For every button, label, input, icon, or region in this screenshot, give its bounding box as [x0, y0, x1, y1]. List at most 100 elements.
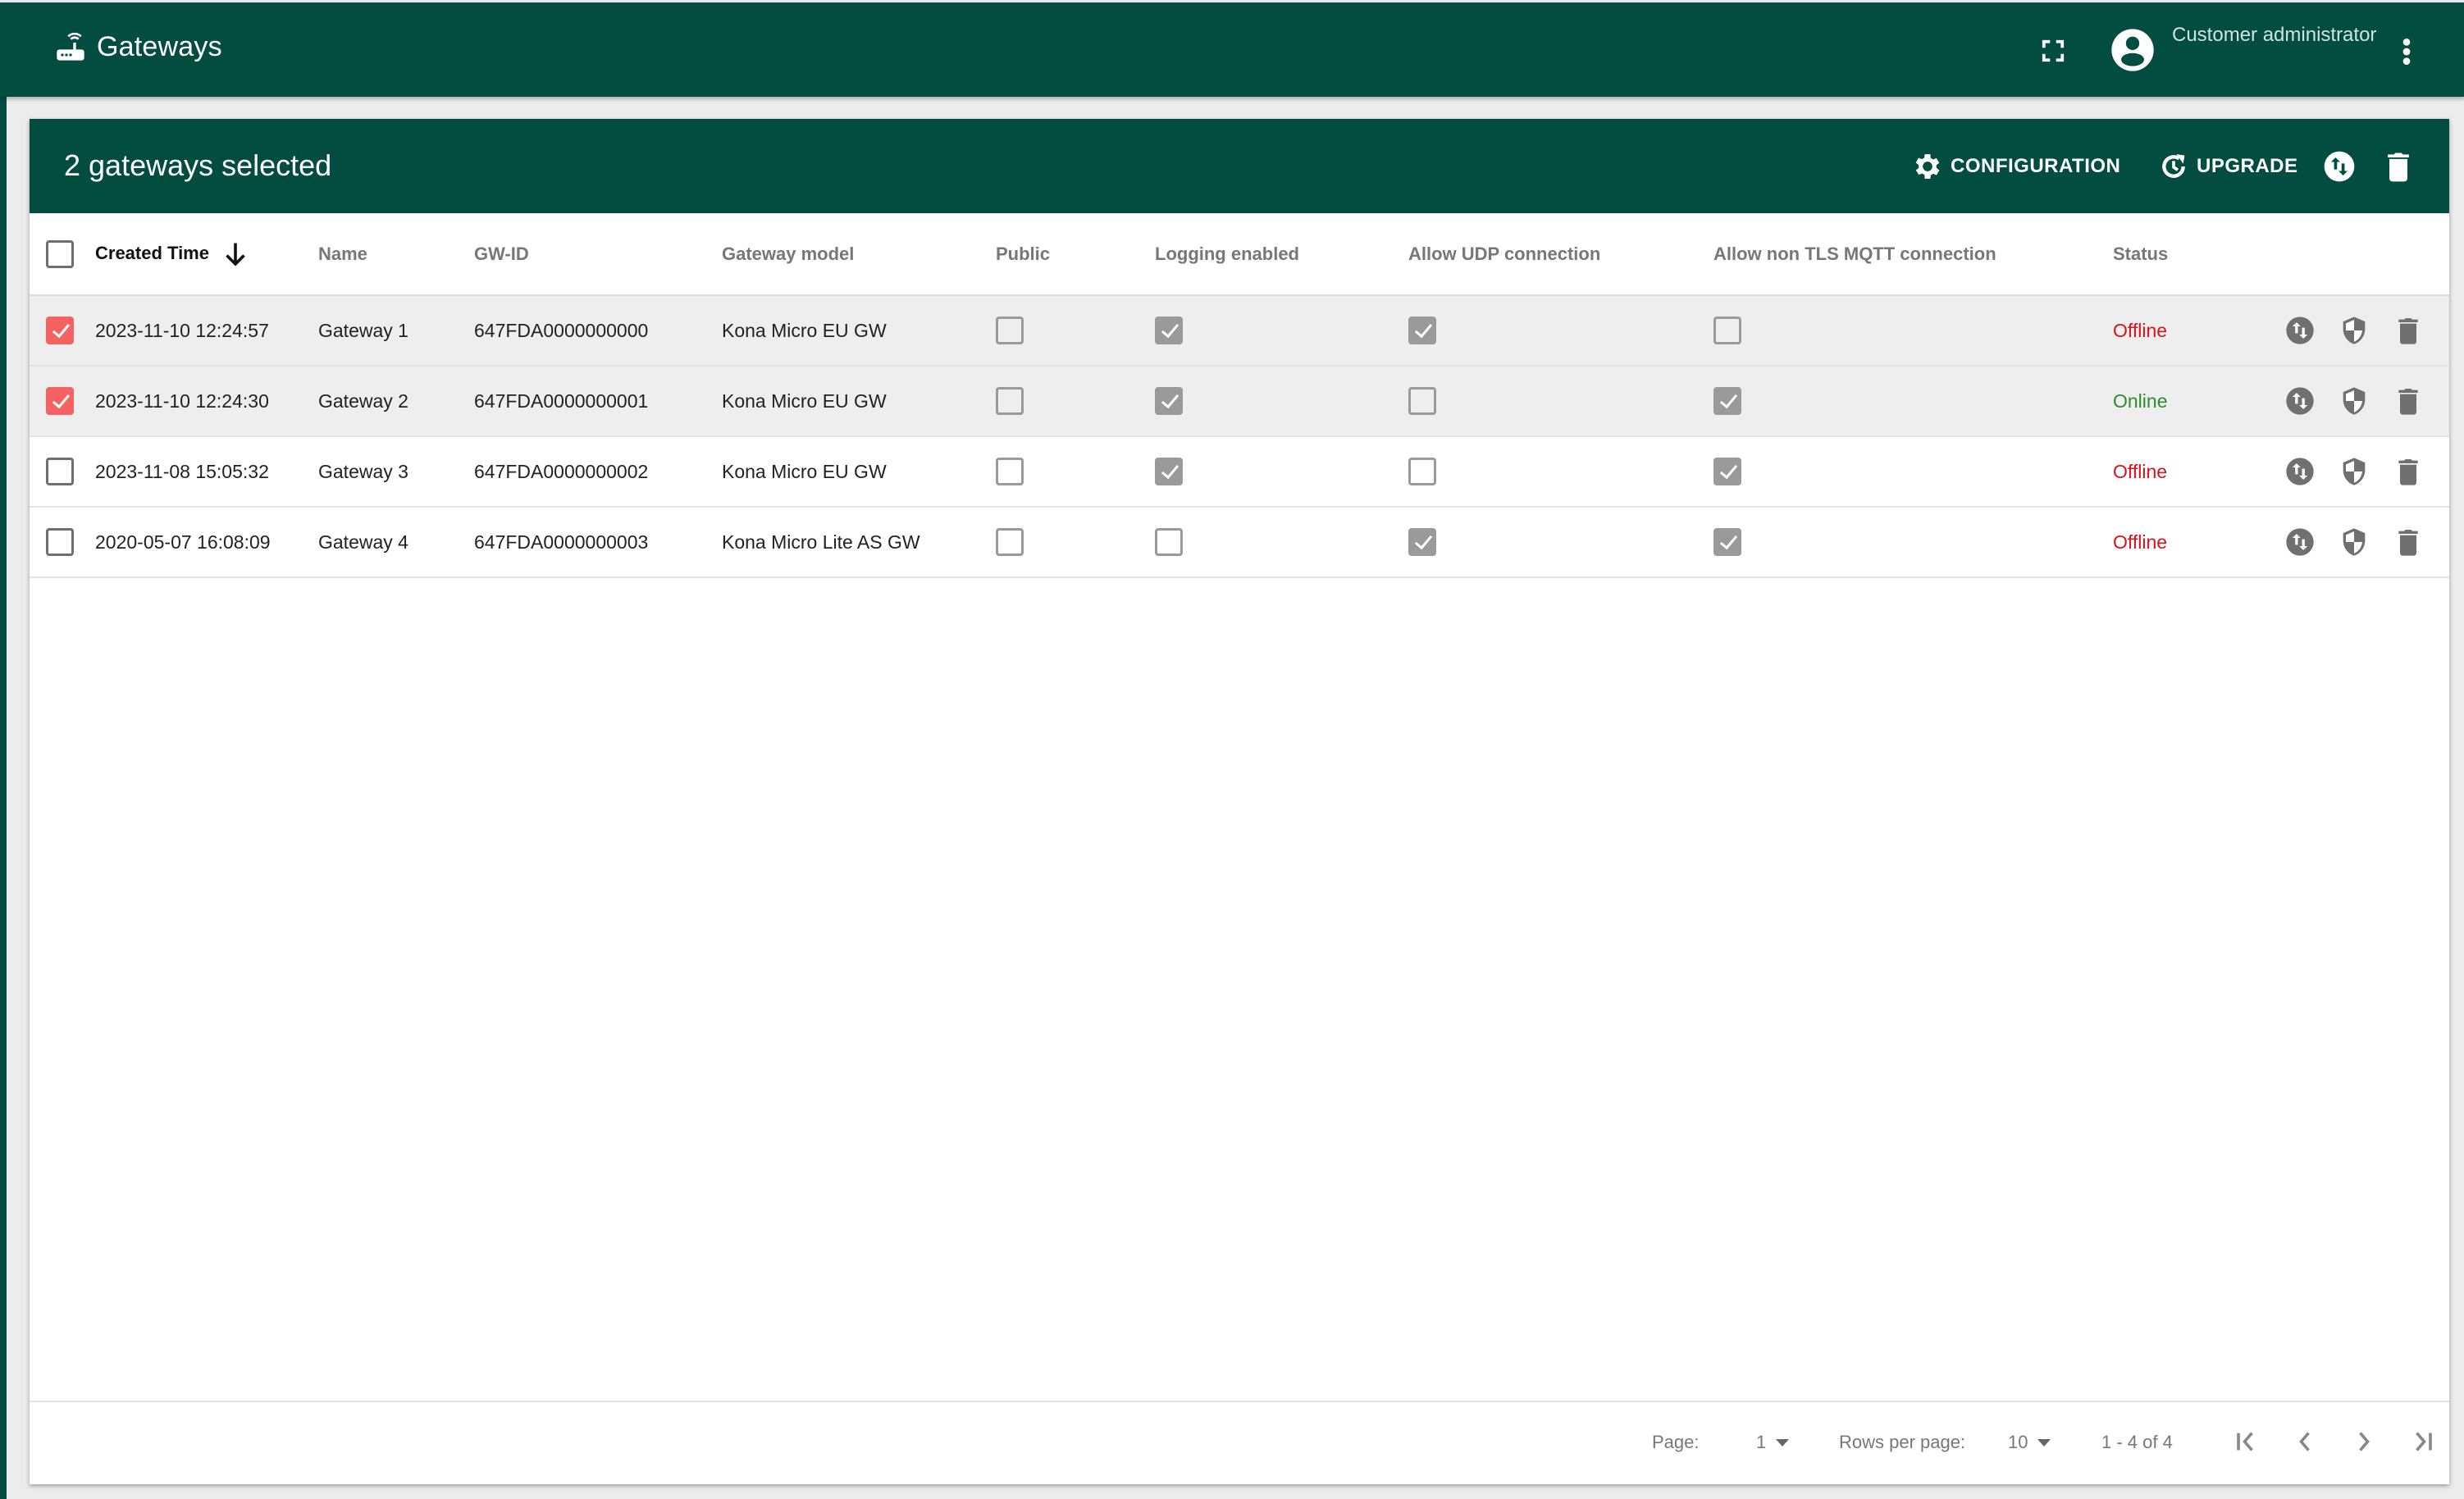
gateways-table: Created Time Name GW-ID Gateway model Public…: [30, 213, 2449, 578]
select-all-checkbox[interactable]: [46, 239, 74, 268]
update-icon: [2162, 154, 2185, 178]
cell-logging: [1155, 436, 1408, 507]
logging-checkbox: [1155, 317, 1183, 344]
router-icon: [57, 32, 84, 61]
delete-icon[interactable]: [2380, 148, 2416, 185]
page-select[interactable]: 1: [1756, 1432, 1790, 1453]
arrow-downward-icon[interactable]: [221, 239, 250, 269]
non-tls-checkbox: [1713, 458, 1741, 485]
column-header-label: Logging enabled: [1155, 243, 1299, 264]
cell-model: Kona Micro EU GW: [722, 390, 887, 412]
last-page-icon[interactable]: [2408, 1427, 2438, 1456]
non-tls-checkbox: [1713, 528, 1741, 556]
public-checkbox: [996, 317, 1024, 344]
more-vert-icon[interactable]: [2398, 35, 2415, 68]
rows-per-page-value: 10: [2008, 1432, 2028, 1452]
swap-vert-circle-icon[interactable]: [2284, 385, 2316, 417]
cell-logging: [1155, 366, 1408, 436]
logging-checkbox: [1155, 387, 1183, 415]
row-checkbox-cell: [30, 507, 95, 577]
page-title: Gateways: [97, 30, 222, 62]
udp-checkbox: [1408, 528, 1436, 556]
cell-gw-id: 647FDA0000000000: [474, 319, 649, 341]
status-badge: Online: [2113, 390, 2168, 412]
swap-vert-circle-icon[interactable]: [2284, 455, 2316, 488]
column-header-label: Allow UDP connection: [1408, 243, 1601, 264]
fullscreen-icon[interactable]: [2041, 39, 2065, 63]
column-header-label: Name: [318, 243, 367, 264]
cell-created-time: 2023-11-10 12:24:30: [95, 390, 269, 412]
cell-name: Gateway 1: [318, 319, 408, 341]
page-select-value: 1: [1756, 1432, 1767, 1452]
status-badge: Offline: [2113, 460, 2168, 482]
dropdown-caret-icon: [1776, 1438, 1790, 1447]
swap-vert-circle-icon[interactable]: [2321, 148, 2357, 185]
next-page-icon[interactable]: [2349, 1427, 2379, 1456]
rows-per-page-select[interactable]: 10: [2008, 1432, 2051, 1453]
udp-checkbox: [1408, 387, 1436, 415]
row-select-checkbox[interactable]: [46, 528, 74, 556]
row-select-checkbox[interactable]: [46, 387, 74, 415]
column-header-label: Created Time: [95, 242, 209, 263]
delete-icon[interactable]: [2392, 385, 2425, 417]
delete-icon[interactable]: [2392, 314, 2425, 347]
security-shield-icon[interactable]: [2338, 385, 2370, 417]
security-shield-icon[interactable]: [2338, 526, 2370, 558]
table-row[interactable]: 2023-11-08 15:05:32 Gateway 3 647FDA000000…: [30, 436, 2449, 507]
security-shield-icon[interactable]: [2338, 455, 2370, 488]
user-avatar-icon[interactable]: [2110, 27, 2156, 73]
previous-page-icon[interactable]: [2290, 1427, 2320, 1456]
first-page-icon[interactable]: [2231, 1427, 2261, 1456]
security-shield-icon[interactable]: [2338, 314, 2370, 347]
column-header-gw-id[interactable]: GW-ID: [474, 213, 722, 296]
column-header-label: Gateway model: [722, 243, 855, 264]
upgrade-button[interactable]: UPGRADE: [2157, 150, 2298, 183]
table-row[interactable]: 2023-11-10 12:24:57 Gateway 1 647FDA000000…: [30, 295, 2449, 366]
selection-toolbar: 2 gateways selected CONFIGURATION UPGRAD…: [30, 119, 2449, 213]
public-checkbox: [996, 458, 1024, 485]
column-header-name[interactable]: Name: [318, 213, 474, 296]
row-checkbox-cell: [30, 295, 95, 366]
cell-non-tls: [1713, 436, 2113, 507]
column-header-created-time[interactable]: Created Time: [95, 213, 318, 296]
table-row[interactable]: 2023-11-10 12:24:30 Gateway 2 647FDA000000…: [30, 366, 2449, 436]
row-checkbox-cell: [30, 366, 95, 436]
delete-icon[interactable]: [2392, 455, 2425, 488]
column-header-non-tls[interactable]: Allow non TLS MQTT connection: [1713, 213, 2113, 296]
cell-udp: [1408, 507, 1713, 577]
delete-icon[interactable]: [2392, 526, 2425, 558]
row-checkbox-cell: [30, 436, 95, 507]
swap-vert-circle-icon[interactable]: [2284, 314, 2316, 347]
column-header-model[interactable]: Gateway model: [722, 213, 996, 296]
column-header-public[interactable]: Public: [996, 213, 1155, 296]
cell-udp: [1408, 295, 1713, 366]
pagination-footer: Page: 1 Rows per page: 10 1 - 4 of 4: [30, 1401, 2449, 1484]
table-row[interactable]: 2020-05-07 16:08:09 Gateway 4 647FDA000000…: [30, 507, 2449, 577]
cell-created-time: 2023-11-08 15:05:32: [95, 460, 269, 482]
cell-model: Kona Micro Lite AS GW: [722, 531, 920, 553]
cell-non-tls: [1713, 507, 2113, 577]
swap-vert-circle-icon[interactable]: [2284, 526, 2316, 558]
cell-model: Kona Micro EU GW: [722, 460, 887, 482]
row-select-checkbox[interactable]: [46, 458, 74, 485]
status-badge: Offline: [2113, 531, 2168, 553]
column-header-logging[interactable]: Logging enabled: [1155, 213, 1408, 296]
column-header-label: Public: [996, 243, 1051, 264]
cell-name: Gateway 2: [318, 390, 408, 412]
cell-name: Gateway 3: [318, 460, 408, 482]
cell-created-time: 2023-11-10 12:24:57: [95, 319, 269, 341]
cell-model: Kona Micro EU GW: [722, 319, 887, 341]
page-label: Page:: [1652, 1432, 1700, 1452]
cell-udp: [1408, 436, 1713, 507]
column-header-status[interactable]: Status: [2113, 213, 2284, 296]
configuration-button[interactable]: CONFIGURATION: [1911, 150, 2120, 183]
top-app-bar: Gateways Customer administrator: [0, 0, 2464, 97]
user-role-label: Customer administrator: [2172, 24, 2377, 46]
public-checkbox: [996, 387, 1024, 415]
upgrade-label: UPGRADE: [2197, 155, 2298, 177]
rows-per-page-label: Rows per page:: [1839, 1432, 1966, 1452]
cell-name: Gateway 4: [318, 531, 408, 553]
column-header-udp[interactable]: Allow UDP connection: [1408, 213, 1713, 296]
cell-public: [996, 436, 1155, 507]
row-select-checkbox[interactable]: [46, 317, 74, 344]
